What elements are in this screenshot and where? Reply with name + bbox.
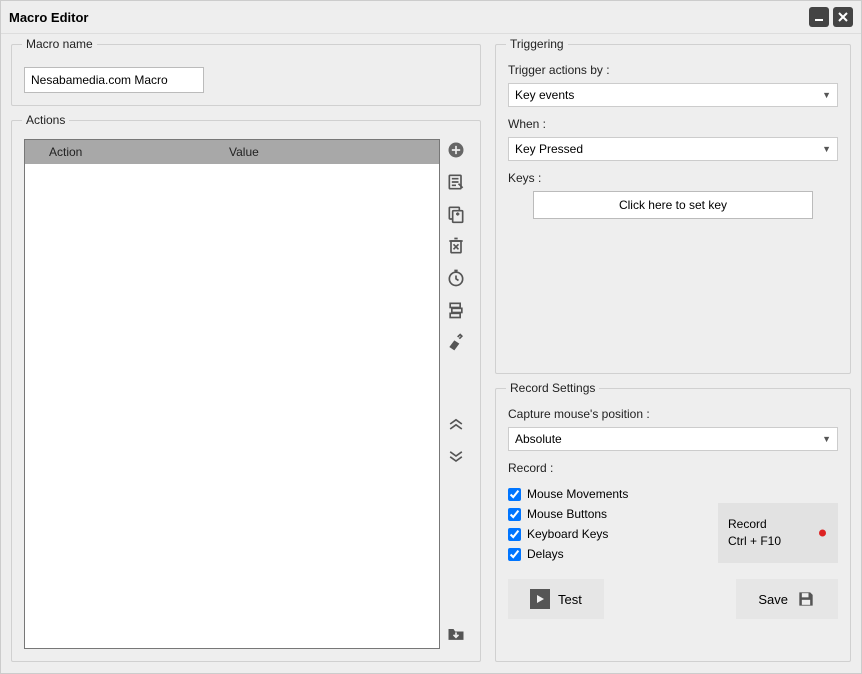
- test-button[interactable]: Test: [508, 579, 604, 619]
- chevron-down-icon: ▼: [822, 144, 831, 154]
- save-button-label: Save: [758, 592, 788, 607]
- capture-position-value: Absolute: [515, 432, 562, 446]
- chk-delays-label: Delays: [527, 547, 564, 561]
- capture-position-label: Capture mouse's position :: [508, 407, 838, 421]
- test-button-label: Test: [558, 592, 582, 607]
- keys-label: Keys :: [508, 171, 838, 185]
- trigger-actions-label: Trigger actions by :: [508, 63, 838, 77]
- close-button[interactable]: [833, 7, 853, 27]
- when-value: Key Pressed: [515, 142, 583, 156]
- set-key-button[interactable]: Click here to set key: [533, 191, 813, 219]
- chk-keyboard-keys-label: Keyboard Keys: [527, 527, 608, 541]
- save-button[interactable]: Save: [736, 579, 838, 619]
- timer-action-icon[interactable]: [445, 267, 467, 289]
- trigger-actions-select[interactable]: Key events ▼: [508, 83, 838, 107]
- actions-col-value: Value: [205, 145, 439, 159]
- triggering-group-title: Triggering: [506, 37, 568, 51]
- when-label: When :: [508, 117, 838, 131]
- when-select[interactable]: Key Pressed ▼: [508, 137, 838, 161]
- chk-mouse-movements-label: Mouse Movements: [527, 487, 628, 501]
- chevron-down-icon: ▼: [822, 90, 831, 100]
- delete-action-icon[interactable]: [445, 235, 467, 257]
- record-label: Record :: [508, 461, 838, 475]
- actions-group-title: Actions: [22, 113, 69, 127]
- record-button[interactable]: Record Ctrl + F10: [718, 503, 838, 563]
- record-button-label: Record: [728, 516, 781, 533]
- save-icon: [796, 589, 816, 609]
- actions-table[interactable]: Action Value: [24, 139, 440, 649]
- macro-name-group-title: Macro name: [22, 37, 97, 51]
- folder-download-icon[interactable]: [445, 623, 467, 645]
- record-settings-group-title: Record Settings: [506, 381, 599, 395]
- play-icon: [530, 589, 550, 609]
- record-button-hotkey: Ctrl + F10: [728, 533, 781, 550]
- chk-mouse-buttons-label: Mouse Buttons: [527, 507, 607, 521]
- clear-action-icon[interactable]: [445, 331, 467, 353]
- chk-mouse-buttons[interactable]: Mouse Buttons: [508, 507, 718, 521]
- trigger-actions-value: Key events: [515, 88, 574, 102]
- duplicate-action-icon[interactable]: [445, 203, 467, 225]
- chevron-down-icon: ▼: [822, 434, 831, 444]
- capture-position-select[interactable]: Absolute ▼: [508, 427, 838, 451]
- chk-mouse-movements-box[interactable]: [508, 488, 521, 501]
- stack-action-icon[interactable]: [445, 299, 467, 321]
- chk-keyboard-keys[interactable]: Keyboard Keys: [508, 527, 718, 541]
- actions-col-action: Action: [25, 145, 205, 159]
- chk-keyboard-keys-box[interactable]: [508, 528, 521, 541]
- window-title: Macro Editor: [9, 10, 88, 25]
- record-dot-icon: [819, 530, 826, 537]
- chk-mouse-movements[interactable]: Mouse Movements: [508, 487, 718, 501]
- edit-action-icon[interactable]: [445, 171, 467, 193]
- minimize-button[interactable]: [809, 7, 829, 27]
- actions-table-body: [25, 164, 439, 648]
- chk-delays-box[interactable]: [508, 548, 521, 561]
- chk-delays[interactable]: Delays: [508, 547, 718, 561]
- chk-mouse-buttons-box[interactable]: [508, 508, 521, 521]
- add-action-icon[interactable]: [445, 139, 467, 161]
- macro-name-input[interactable]: [24, 67, 204, 93]
- move-down-icon[interactable]: [445, 445, 467, 467]
- move-up-icon[interactable]: [445, 413, 467, 435]
